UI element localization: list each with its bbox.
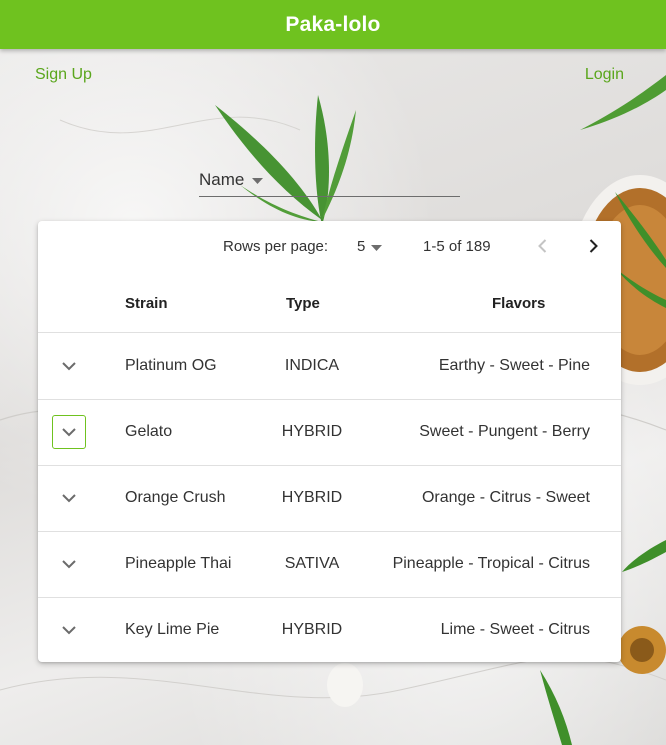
table-row: Pineapple Thai SATIVA Pineapple - Tropic… bbox=[38, 531, 621, 598]
name-filter-label: Name bbox=[199, 170, 245, 189]
name-filter-select[interactable]: Name bbox=[199, 166, 460, 197]
expand-row-button[interactable] bbox=[52, 613, 86, 647]
expand-row-button[interactable] bbox=[52, 415, 86, 449]
chevron-down-icon bbox=[62, 428, 76, 437]
caret-down-icon[interactable] bbox=[371, 245, 382, 251]
strain-cell: Orange Crush bbox=[125, 489, 226, 506]
expand-row-button[interactable] bbox=[52, 481, 86, 515]
column-header-type[interactable]: Type bbox=[286, 295, 320, 312]
flavors-cell: Sweet - Pungent - Berry bbox=[419, 423, 590, 440]
table-header: Strain Type Flavors bbox=[38, 273, 621, 333]
table-row: Key Lime Pie HYBRID Lime - Sweet - Citru… bbox=[38, 597, 621, 662]
type-cell: INDICA bbox=[284, 357, 340, 374]
flavors-cell: Lime - Sweet - Citrus bbox=[440, 621, 590, 638]
signup-link[interactable]: Sign Up bbox=[35, 66, 92, 84]
login-link[interactable]: Login bbox=[585, 66, 624, 84]
chevron-left-icon[interactable] bbox=[533, 236, 553, 256]
rows-per-page-label: Rows per page: bbox=[223, 238, 329, 255]
type-cell: HYBRID bbox=[281, 489, 343, 506]
strain-cell: Gelato bbox=[125, 423, 173, 440]
strains-table-card: Rows per page: 5 1-5 of 189 Strain Type … bbox=[38, 221, 621, 662]
flavors-cell: Orange - Citrus - Sweet bbox=[421, 489, 590, 506]
expand-row-button[interactable] bbox=[52, 547, 86, 581]
column-header-strain[interactable]: Strain bbox=[125, 295, 168, 312]
table-row: Orange Crush HYBRID Orange - Citrus - Sw… bbox=[38, 465, 621, 532]
caret-down-icon bbox=[252, 178, 263, 184]
table-pagination: Rows per page: 5 1-5 of 189 bbox=[38, 221, 621, 273]
chevron-down-icon bbox=[62, 494, 76, 503]
type-cell: HYBRID bbox=[281, 423, 343, 440]
chevron-down-icon bbox=[62, 560, 76, 569]
column-header-flavors[interactable]: Flavors bbox=[492, 295, 545, 312]
flavors-cell: Earthy - Sweet - Pine bbox=[438, 357, 590, 374]
expand-row-button[interactable] bbox=[52, 349, 86, 383]
chevron-right-icon[interactable] bbox=[583, 236, 603, 256]
chevron-down-icon bbox=[62, 626, 76, 635]
strain-cell: Pineapple Thai bbox=[125, 555, 232, 572]
strain-cell: Key Lime Pie bbox=[125, 621, 220, 638]
pagination-range: 1-5 of 189 bbox=[423, 238, 491, 255]
app-title: Paka-lolo bbox=[285, 12, 381, 36]
table-row: Platinum OG INDICA Earthy - Sweet - Pine bbox=[38, 333, 621, 400]
type-cell: HYBRID bbox=[281, 621, 343, 638]
type-cell: SATIVA bbox=[284, 555, 340, 572]
app-bar: Paka-lolo bbox=[0, 0, 666, 49]
chevron-down-icon bbox=[62, 362, 76, 371]
flavors-cell: Pineapple - Tropical - Citrus bbox=[392, 555, 590, 572]
table-row: Gelato HYBRID Sweet - Pungent - Berry bbox=[38, 399, 621, 466]
rows-per-page-select[interactable]: 5 bbox=[357, 238, 365, 255]
strain-cell: Platinum OG bbox=[125, 357, 217, 374]
